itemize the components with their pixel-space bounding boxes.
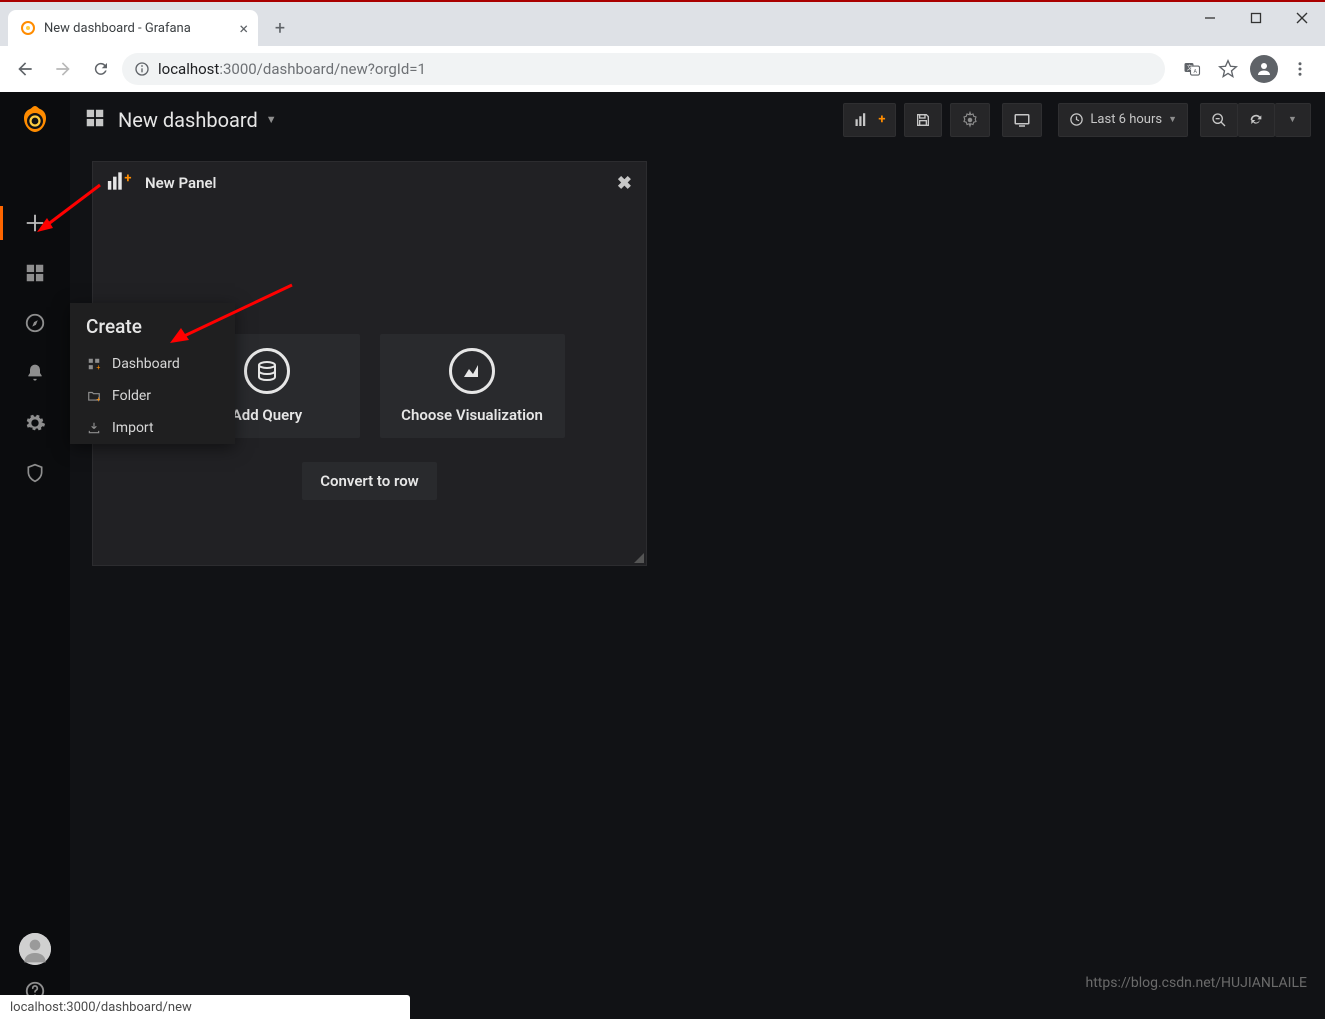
new-tab-button[interactable]: + — [266, 14, 294, 42]
caret-down-icon: ▼ — [1168, 114, 1177, 125]
convert-to-row-button[interactable]: Convert to row — [302, 462, 437, 500]
cycle-view-mode-button[interactable] — [1002, 103, 1042, 137]
nav-configuration[interactable] — [0, 398, 70, 448]
profile-avatar-icon[interactable] — [1247, 52, 1281, 86]
kebab-menu-icon[interactable] — [1283, 52, 1317, 86]
annotation-arrow-import — [167, 280, 297, 354]
nav-explore[interactable] — [0, 298, 70, 348]
browser-tab[interactable]: New dashboard - Grafana × — [8, 10, 258, 46]
folder-mini-icon: + — [86, 389, 102, 403]
reload-button[interactable] — [84, 52, 118, 86]
refresh-button[interactable] — [1238, 103, 1275, 137]
chart-icon — [449, 348, 495, 394]
back-button[interactable] — [8, 52, 42, 86]
panel-resize-handle[interactable] — [632, 551, 644, 563]
watermark-text: https://blog.csdn.net/HUJIANLAILE — [1085, 975, 1307, 991]
svg-text:+: + — [124, 171, 131, 186]
svg-text:A: A — [1194, 69, 1198, 75]
dashboard-grid-icon[interactable] — [84, 107, 106, 133]
browser-status-bar: localhost:3000/dashboard/new — [0, 995, 410, 1019]
browser-tab-title: New dashboard - Grafana — [44, 21, 191, 36]
forward-button[interactable] — [46, 52, 80, 86]
database-icon — [244, 348, 290, 394]
grafana-favicon — [20, 20, 36, 36]
submenu-item-label: Import — [112, 420, 154, 436]
add-panel-button[interactable]: + — [843, 103, 896, 137]
site-info-icon[interactable] — [134, 61, 150, 77]
time-range-picker[interactable]: Last 6 hours ▼ — [1058, 103, 1188, 137]
dashboard-title[interactable]: New dashboard ▼ — [118, 108, 277, 132]
url-text: localhost:3000/dashboard/new?orgId=1 — [158, 60, 426, 78]
submenu-item-folder[interactable]: + Folder — [70, 380, 235, 412]
main-area: New dashboard ▼ + Last 6 hours ▼ — [70, 92, 1325, 1019]
grafana-app: Create + Dashboard + Folder Import New — [0, 92, 1325, 1019]
annotation-arrow-create — [35, 180, 105, 239]
svg-text:+: + — [96, 364, 100, 371]
svg-text:+: + — [96, 396, 100, 403]
grafana-logo-icon[interactable] — [15, 102, 55, 142]
nav-dashboards[interactable] — [0, 248, 70, 298]
plus-icon: + — [878, 112, 885, 127]
nav-alerting[interactable] — [0, 348, 70, 398]
window-minimize-button[interactable] — [1187, 2, 1233, 34]
bookmark-star-icon[interactable] — [1211, 52, 1245, 86]
refresh-interval-dropdown[interactable]: ▼ — [1275, 103, 1311, 137]
address-bar[interactable]: localhost:3000/dashboard/new?orgId=1 — [122, 53, 1165, 85]
time-range-label: Last 6 hours — [1090, 112, 1162, 127]
save-dashboard-button[interactable] — [904, 103, 942, 137]
panel-close-icon[interactable]: ✖ — [617, 173, 632, 194]
panel-title: New Panel — [145, 174, 216, 192]
nav-server-admin[interactable] — [0, 448, 70, 498]
translate-icon[interactable]: 文A — [1175, 52, 1209, 86]
submenu-item-label: Dashboard — [112, 356, 180, 372]
dashboard-topbar: New dashboard ▼ + Last 6 hours ▼ — [70, 92, 1325, 147]
choose-viz-label: Choose Visualization — [401, 406, 543, 424]
import-mini-icon — [86, 421, 102, 435]
close-tab-icon[interactable]: × — [239, 19, 248, 38]
user-avatar[interactable] — [19, 933, 51, 965]
dashboard-canvas: + New Panel ✖ Add Query — [70, 147, 1325, 1019]
submenu-item-label: Folder — [112, 388, 151, 404]
panel-bar-icon: + — [107, 171, 133, 195]
browser-tabstrip: New dashboard - Grafana × + — [0, 2, 1325, 46]
svg-text:文: 文 — [1187, 64, 1193, 72]
window-close-button[interactable] — [1279, 2, 1325, 34]
choose-visualization-card[interactable]: Choose Visualization — [380, 334, 565, 438]
add-query-label: Add Query — [232, 406, 302, 424]
submenu-item-import[interactable]: Import — [70, 412, 235, 444]
caret-down-icon: ▼ — [266, 113, 277, 126]
dashboard-settings-button[interactable] — [950, 103, 990, 137]
browser-toolbar: localhost:3000/dashboard/new?orgId=1 文A — [0, 46, 1325, 92]
window-maximize-button[interactable] — [1233, 2, 1279, 34]
dashboard-mini-icon: + — [86, 357, 102, 371]
zoom-out-button[interactable] — [1200, 103, 1238, 137]
